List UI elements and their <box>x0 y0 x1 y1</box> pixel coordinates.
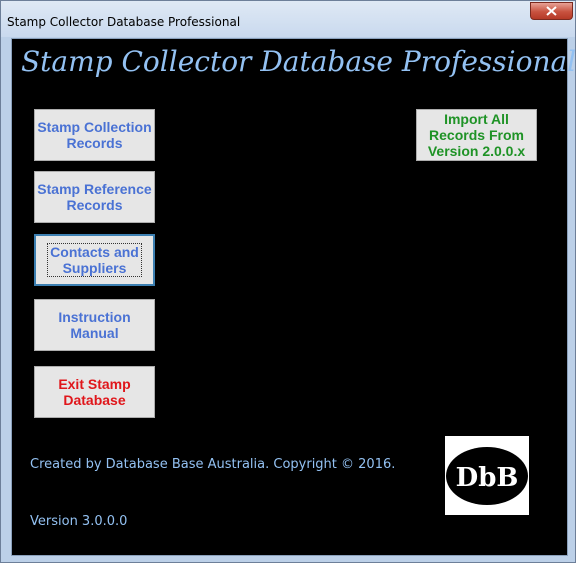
close-button[interactable] <box>530 2 573 20</box>
app-window: Stamp Collector Database Professional St… <box>0 0 576 563</box>
button-label: Import All Records From Version 2.0.0.x <box>428 111 525 159</box>
button-label-line: Import All <box>444 111 509 127</box>
window-title: Stamp Collector Database Professional <box>7 15 241 29</box>
dbb-logo: DbB <box>445 436 529 515</box>
exit-stamp-database-button[interactable]: Exit Stamp Database <box>34 366 155 418</box>
button-label-line: Exit Stamp <box>58 376 131 392</box>
button-label-line: Manual <box>70 325 119 341</box>
button-label-line: Records From <box>429 127 524 143</box>
close-icon <box>546 6 557 16</box>
import-all-records-button[interactable]: Import All Records From Version 2.0.0.x <box>416 109 537 161</box>
button-label-line: Records <box>66 135 123 151</box>
version-label: Version 3.0.0.0 <box>30 514 128 529</box>
button-label-line: Contacts and <box>50 244 139 260</box>
title-bar[interactable]: Stamp Collector Database Professional <box>1 1 575 37</box>
button-label-line: Stamp Collection <box>37 119 152 135</box>
button-label-line: Stamp Reference <box>37 181 152 197</box>
button-label-line: Database <box>63 392 126 408</box>
logo-icon: DbB <box>446 447 528 505</box>
button-label-line: Records <box>66 197 123 213</box>
stamp-reference-records-button[interactable]: Stamp Reference Records <box>34 171 155 223</box>
button-label: Stamp Collection Records <box>37 119 151 151</box>
button-label-line: Suppliers <box>62 260 127 276</box>
button-label: Exit Stamp Database <box>58 376 130 408</box>
svg-text:DbB: DbB <box>456 463 519 493</box>
instruction-manual-button[interactable]: Instruction Manual <box>34 299 155 351</box>
button-label: Instruction Manual <box>58 309 130 341</box>
button-label-line: Instruction <box>58 309 131 325</box>
stamp-collection-records-button[interactable]: Stamp Collection Records <box>34 109 155 161</box>
contacts-and-suppliers-button[interactable]: Contacts and Suppliers <box>34 234 155 286</box>
button-label: Stamp Reference Records <box>37 181 151 213</box>
app-heading: Stamp Collector Database Professional <box>21 45 576 78</box>
button-label: Contacts and Suppliers <box>47 243 142 277</box>
copyright-text: Created by Database Base Australia. Copy… <box>30 457 396 472</box>
main-panel: Stamp Collector Database Professional St… <box>11 38 576 556</box>
button-label-line: Version 2.0.0.x <box>427 143 526 159</box>
